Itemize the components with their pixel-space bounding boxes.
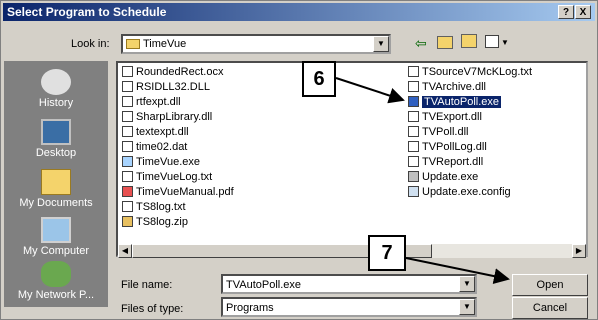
arrow-to-open-button — [405, 257, 510, 285]
annotation-arrows — [335, 77, 510, 285]
callout-step-6: 6 — [302, 61, 336, 97]
arrow-to-selected-file — [335, 77, 405, 104]
callout-step-7: 7 — [368, 235, 406, 271]
